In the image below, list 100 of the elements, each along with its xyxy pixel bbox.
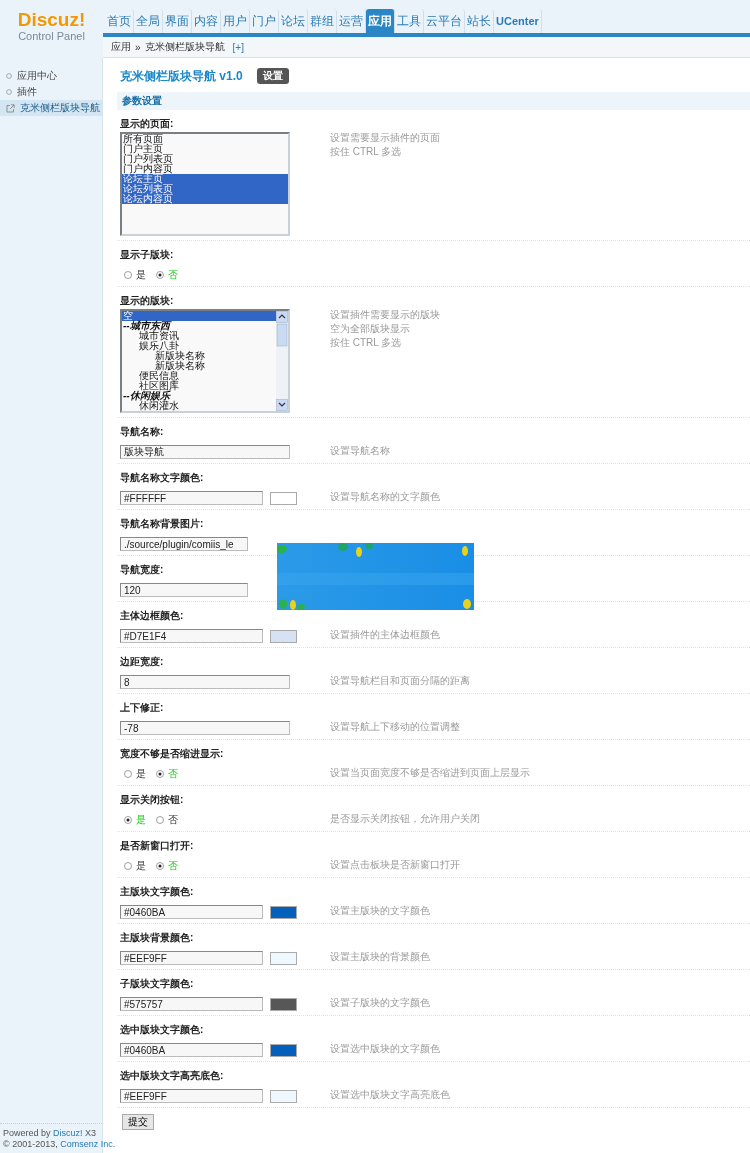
- hint-text: 设置主版块的文字颜色: [330, 905, 430, 916]
- hint-text: 设置导航上下移动的位置调整: [330, 721, 460, 732]
- nav-tab[interactable]: 全局: [134, 9, 163, 33]
- setting-label: 主体边框颜色:: [120, 609, 185, 623]
- text-field[interactable]: 120: [120, 583, 248, 597]
- powered-by-text: Powered by Discuz! X3: [3, 1128, 98, 1139]
- hint-text: 按住 CTRL 多选: [330, 146, 403, 157]
- sidebar-item[interactable]: 克米侧栏版块导航: [0, 100, 102, 116]
- discuz-link[interactable]: Discuz!: [53, 1128, 83, 1138]
- nav-tab[interactable]: 门户: [250, 9, 279, 33]
- text-field[interactable]: 版块导航: [120, 445, 290, 459]
- list-option[interactable]: 新版块名称: [122, 361, 276, 371]
- color-field[interactable]: #D7E1F4: [120, 629, 263, 643]
- list-option[interactable]: 便民信息: [122, 371, 276, 381]
- list-option[interactable]: 门户内容页: [122, 164, 288, 174]
- nav-tab[interactable]: 首页: [105, 9, 134, 33]
- nav-tab[interactable]: 云平台: [424, 9, 465, 33]
- text-field[interactable]: -78: [120, 721, 290, 735]
- sidebar-item[interactable]: 插件: [0, 84, 102, 100]
- breadcrumb-item[interactable]: 应用: [111, 40, 131, 54]
- add-link[interactable]: [+]: [232, 41, 244, 53]
- radio-button[interactable]: [124, 271, 132, 279]
- nav-tab[interactable]: UCenter: [494, 9, 542, 33]
- color-field[interactable]: #EEF9FF: [120, 951, 263, 965]
- color-field[interactable]: #0460BA: [120, 905, 263, 919]
- hint-text: 设置导航名称: [330, 445, 390, 456]
- setting-label: 显示的页面:: [120, 117, 175, 131]
- setting-label: 导航名称:: [120, 425, 165, 439]
- setting-label: 主版块文字颜色:: [120, 885, 195, 899]
- list-box[interactable]: 所有页面 门户主页 门户列表页 门户内容页 论坛主页 论坛列表页 论坛内容页: [120, 132, 290, 236]
- list-option[interactable]: 城市资讯: [122, 331, 276, 341]
- comsenz-link[interactable]: Comsenz Inc.: [60, 1139, 116, 1149]
- list-option[interactable]: 社区图库: [122, 381, 276, 391]
- nav-tab[interactable]: 应用: [366, 9, 395, 33]
- list-option[interactable]: 空: [122, 311, 276, 321]
- radio-button[interactable]: [156, 816, 164, 824]
- breadcrumb-item[interactable]: 克米侧栏版块导航: [144, 40, 225, 54]
- hint-text: 设置点击板块是否新窗口打开: [330, 859, 460, 870]
- hint-text: 是否显示关闭按钮，允许用户关闭: [330, 813, 480, 824]
- list-option[interactable]: --城市东西: [122, 321, 276, 331]
- setting-label: 导航名称背景图片:: [120, 517, 205, 531]
- scrollbar-drawing[interactable]: [276, 311, 288, 411]
- color-swatch[interactable]: [270, 951, 297, 965]
- settings-badge[interactable]: 设置: [256, 68, 289, 84]
- sidebar-item[interactable]: 应用中心: [0, 68, 102, 84]
- color-swatch[interactable]: [270, 1089, 297, 1103]
- circle-icon: [6, 89, 12, 95]
- color-field[interactable]: #FFFFFF: [120, 491, 263, 505]
- text-field[interactable]: ./source/plugin/comiis_le: [120, 537, 248, 551]
- list-option[interactable]: 新版块名称: [122, 351, 276, 361]
- nav-tab[interactable]: 内容: [192, 9, 221, 33]
- radio-button[interactable]: [124, 816, 132, 824]
- nav-tab[interactable]: 工具: [395, 9, 424, 33]
- list-option[interactable]: 所有页面: [122, 134, 288, 144]
- color-swatch[interactable]: [270, 1043, 297, 1057]
- hint-text: 按住 CTRL 多选: [330, 337, 403, 348]
- radio-option[interactable]: 否: [156, 813, 178, 827]
- color-field[interactable]: #EEF9FF: [120, 1089, 263, 1103]
- list-option[interactable]: 休闲灌水: [122, 401, 276, 411]
- list-option[interactable]: 论坛内容页: [122, 194, 288, 204]
- submit-button[interactable]: 提交: [122, 1114, 154, 1130]
- list-box[interactable]: 空 --城市东西 城市资讯 娱乐八卦 新版块名称 新版块名称 便民信息 社区图库 --休闲娱乐 休闲灌水: [120, 309, 290, 413]
- setting-label: 导航名称文字颜色:: [120, 471, 205, 485]
- radio-button[interactable]: [156, 271, 164, 279]
- radio-button[interactable]: [124, 862, 132, 870]
- nav-tab[interactable]: 界面: [163, 9, 192, 33]
- color-swatch[interactable]: [270, 997, 297, 1011]
- list-option[interactable]: 论坛列表页: [122, 184, 288, 194]
- nav-tab[interactable]: 论坛: [279, 9, 308, 33]
- setting-label: 显示子版块:: [120, 248, 175, 262]
- list-option[interactable]: 娱乐八卦: [122, 341, 276, 351]
- setting-label: 是否新窗口打开:: [120, 839, 195, 853]
- color-field[interactable]: #575757: [120, 997, 263, 1011]
- list-option[interactable]: --休闲娱乐: [122, 391, 276, 401]
- color-swatch[interactable]: [270, 905, 297, 919]
- radio-button[interactable]: [156, 862, 164, 870]
- hint-text: 设置当页面宽度不够是否缩进到页面上层显示: [330, 767, 530, 778]
- setting-label: 导航宽度:: [120, 563, 165, 577]
- list-option[interactable]: 论坛主页: [122, 174, 288, 184]
- list-option[interactable]: 门户主页: [122, 144, 288, 154]
- color-swatch[interactable]: [270, 491, 297, 505]
- radio-button[interactable]: [124, 770, 132, 778]
- list-option[interactable]: 门户列表页: [122, 154, 288, 164]
- nav-tab[interactable]: 用户: [221, 9, 250, 33]
- radio-button[interactable]: [156, 770, 164, 778]
- logo-subtitle: Control Panel: [18, 30, 85, 43]
- text-field[interactable]: 8: [120, 675, 290, 689]
- radio-option[interactable]: 是: [124, 767, 146, 781]
- color-field[interactable]: #0460BA: [120, 1043, 263, 1057]
- nav-tab[interactable]: 站长: [465, 9, 494, 33]
- radio-option[interactable]: 是: [124, 859, 146, 873]
- hint-text: 空为全部版块显示: [330, 323, 411, 334]
- setting-label: 子版块文字颜色:: [120, 977, 195, 991]
- nav-tab[interactable]: 群组: [308, 9, 337, 33]
- hint-text: 设置需要显示插件的页面: [330, 132, 440, 143]
- hint-text: 设置插件需要显示的版块: [330, 309, 440, 320]
- setting-label: 选中版块文字高亮底色:: [120, 1069, 225, 1083]
- radio-option[interactable]: 是: [124, 268, 146, 282]
- hint-text: 设置子版块的文字颜色: [330, 997, 430, 1008]
- color-swatch[interactable]: [270, 629, 297, 643]
